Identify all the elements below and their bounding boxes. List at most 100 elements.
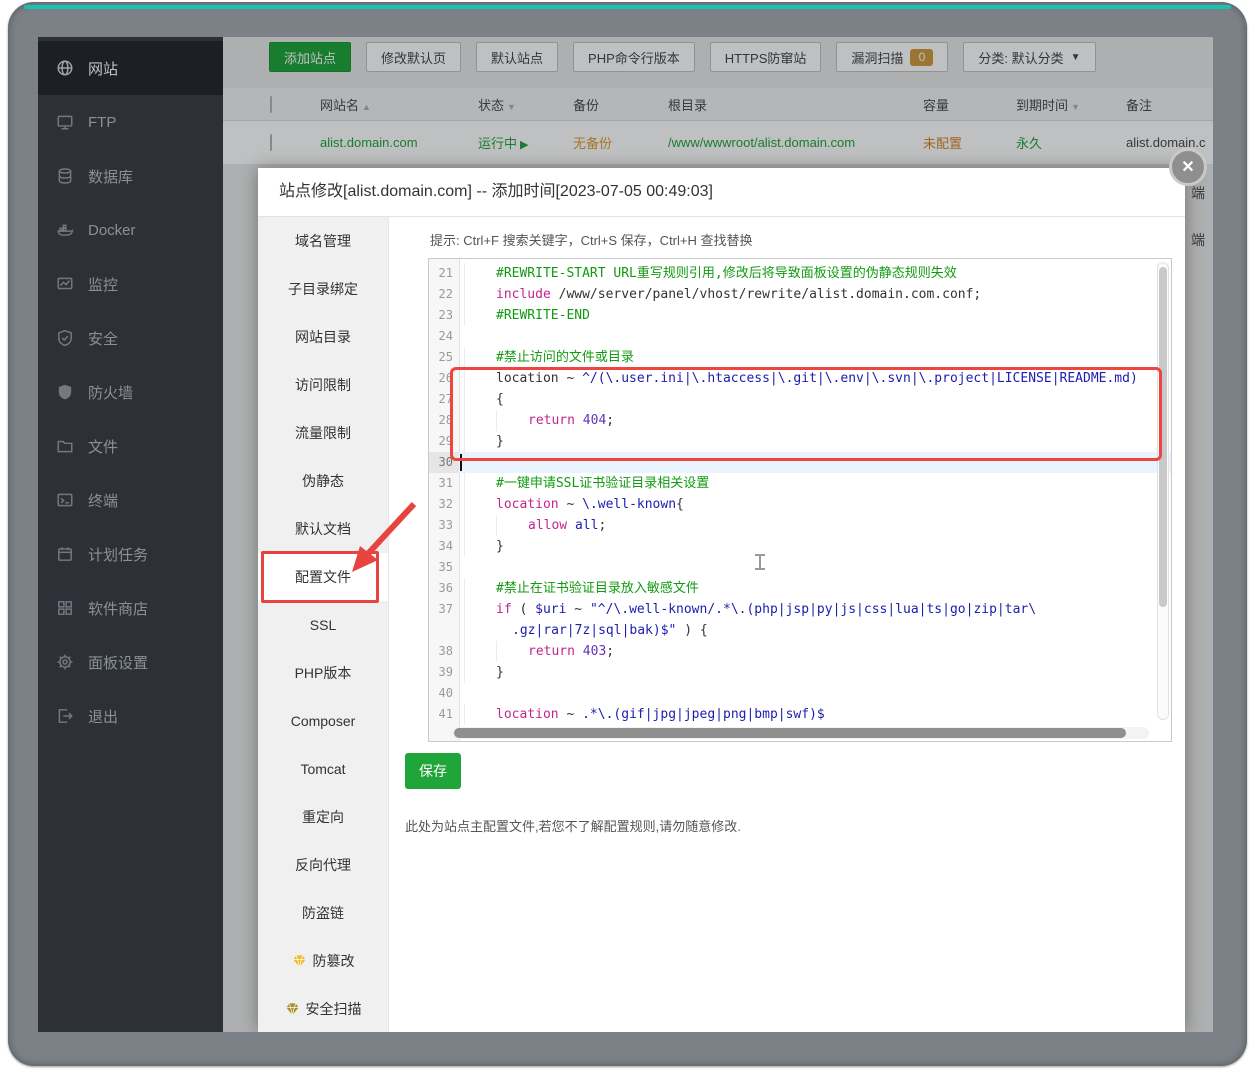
code-text[interactable]: return 403; — [459, 641, 1171, 662]
vertical-scrollbar-thumb[interactable] — [1159, 267, 1167, 607]
modal-tab[interactable]: 重定向 — [258, 793, 388, 841]
code-line: 29} — [429, 431, 1171, 452]
config-code-editor[interactable]: 21 #REWRITE-START URL重写规则引用,修改后将导致面板设置的伪静… — [428, 258, 1172, 742]
line-number: 34 — [438, 539, 453, 553]
code-text[interactable]: } — [459, 662, 1171, 683]
code-text[interactable]: } — [459, 536, 1171, 557]
vertical-scrollbar[interactable] — [1157, 262, 1169, 720]
modal-tab-label: Tomcat — [300, 761, 346, 777]
indent-guide — [464, 368, 496, 389]
code-line: 34} — [429, 536, 1171, 557]
modal-tab[interactable]: 域名管理 — [258, 217, 388, 265]
modal-tab-label: 防篡改 — [312, 953, 355, 969]
line-number: 37 — [438, 602, 453, 616]
indent-guide — [464, 473, 496, 494]
modal-tab[interactable]: Tomcat — [258, 745, 388, 793]
modal-title: 站点修改[alist.domain.com] -- 添加时间[2023-07-0… — [258, 168, 1185, 217]
modal-tab[interactable]: 网站目录 — [258, 313, 388, 361]
modal-tab[interactable]: 伪静态 — [258, 457, 388, 505]
code-line: 36 #禁止在证书验证目录放入敏感文件 — [429, 578, 1171, 599]
indent-guide — [464, 494, 496, 515]
window-accent-line — [24, 5, 1231, 9]
modal-tab[interactable]: 访问限制 — [258, 361, 388, 409]
line-number: 27 — [438, 392, 453, 406]
indent-guide — [496, 641, 528, 662]
modal-tab[interactable]: 配置文件 — [258, 553, 388, 601]
modal-tab-label: 安全扫描 — [305, 1001, 362, 1017]
code-line: 27 { — [429, 389, 1171, 410]
code-text[interactable]: location ~ .*\.(gif|jpg|jpeg|png|bmp|swf… — [459, 704, 1171, 725]
line-number: 30 — [429, 452, 459, 473]
modal-tab[interactable]: 安全扫描 — [258, 985, 388, 1032]
modal-tab-label: SSL — [309, 617, 337, 633]
line-number: 26 — [438, 371, 453, 385]
code-line: .gz|rar|7z|sql|bak)$" ) { — [429, 620, 1171, 641]
code-text[interactable]: allow all; — [459, 515, 1171, 536]
code-line: 41 location ~ .*\.(gif|jpg|jpeg|png|bmp|s… — [429, 704, 1171, 725]
modal-tab-label: Composer — [290, 713, 356, 729]
code-text[interactable]: return 404; — [459, 410, 1171, 431]
modal-tab[interactable]: 子目录绑定 — [258, 265, 388, 313]
modal-tab-label: 默认文档 — [295, 521, 351, 537]
modal-tab-label: 网站目录 — [295, 329, 351, 345]
line-number: 23 — [438, 308, 453, 322]
code-text[interactable]: #REWRITE-START URL重写规则引用,修改后将导致面板设置的伪静态规… — [459, 263, 1171, 284]
modal-tab[interactable]: 默认文档 — [258, 505, 388, 553]
code-text[interactable]: #禁止在证书验证目录放入敏感文件 — [459, 578, 1171, 599]
save-button[interactable]: 保存 — [405, 753, 461, 789]
config-warning-note: 此处为站点主配置文件,若您不了解配置规则,请勿随意修改. — [405, 819, 741, 834]
code-line: 24 — [429, 326, 1171, 347]
code-line: 26 location ~ ^/(\.user.ini|\.htaccess|\.… — [429, 368, 1171, 389]
modal-tab[interactable]: 防盗链 — [258, 889, 388, 937]
code-line: 31 #一键申请SSL证书验证目录相关设置 — [429, 473, 1171, 494]
code-text[interactable]: include /www/server/panel/vhost/rewrite/… — [459, 284, 1171, 305]
modal-tab-label: 访问限制 — [295, 377, 351, 393]
code-text[interactable] — [459, 557, 1171, 578]
indent-guide — [464, 704, 496, 725]
code-line: 28 return 404; — [429, 410, 1171, 431]
line-number: 35 — [438, 560, 453, 574]
code-line: 32 location ~ \.well-known{ — [429, 494, 1171, 515]
code-text[interactable] — [459, 326, 1171, 347]
modal-tab[interactable]: SSL — [258, 601, 388, 649]
modal-tab-label: 伪静态 — [302, 473, 344, 489]
close-icon[interactable]: ✕ — [1169, 148, 1207, 186]
code-text[interactable]: location ~ \.well-known{ — [459, 494, 1171, 515]
code-text[interactable]: location ~ ^/(\.user.ini|\.htaccess|\.gi… — [459, 368, 1171, 389]
code-text[interactable]: #一键申请SSL证书验证目录相关设置 — [459, 473, 1171, 494]
line-number: 38 — [438, 644, 453, 658]
indent-guide — [464, 389, 496, 410]
code-text[interactable]: } — [459, 431, 1171, 452]
modal-tab[interactable]: 防篡改 — [258, 937, 388, 985]
indent-guide — [464, 641, 496, 662]
modal-tab-label: 防盗链 — [302, 905, 344, 921]
indent-guide — [464, 431, 496, 452]
indent-guide — [464, 620, 496, 641]
code-line: 40 — [429, 683, 1171, 704]
modal-tab-label: 配置文件 — [295, 569, 351, 585]
modal-tab[interactable]: PHP版本 — [258, 649, 388, 697]
code-text[interactable] — [459, 683, 1171, 704]
line-number: 40 — [438, 686, 453, 700]
horizontal-scrollbar-thumb[interactable] — [454, 728, 1126, 738]
code-text[interactable]: if ( $uri ~ "^/\.well-known/.*\.(php|jsp… — [459, 599, 1171, 620]
line-number: 41 — [438, 707, 453, 721]
code-text[interactable]: #REWRITE-END — [459, 305, 1171, 326]
gem-icon — [292, 954, 307, 968]
code-line: 38 return 403; — [429, 641, 1171, 662]
code-line: 22 include /www/server/panel/vhost/rewrit… — [429, 284, 1171, 305]
modal-tab-label: PHP版本 — [294, 665, 352, 681]
indent-guide — [464, 662, 496, 683]
line-number: 36 — [438, 581, 453, 595]
modal-tab[interactable]: 反向代理 — [258, 841, 388, 889]
code-line: 30 — [429, 452, 1171, 473]
horizontal-scrollbar[interactable] — [451, 727, 1149, 739]
modal-tab[interactable]: Composer — [258, 697, 388, 745]
code-text[interactable] — [459, 452, 1171, 473]
modal-tab-list: 域名管理 子目录绑定 网站目录 访问限制 流量限制 伪静态 默认文档 配置文件 … — [258, 217, 389, 1032]
indent-guide — [464, 599, 496, 620]
code-text[interactable]: #禁止访问的文件或目录 — [459, 347, 1171, 368]
code-text[interactable]: { — [459, 389, 1171, 410]
modal-tab[interactable]: 流量限制 — [258, 409, 388, 457]
code-text[interactable]: .gz|rar|7z|sql|bak)$" ) { — [459, 620, 1171, 641]
